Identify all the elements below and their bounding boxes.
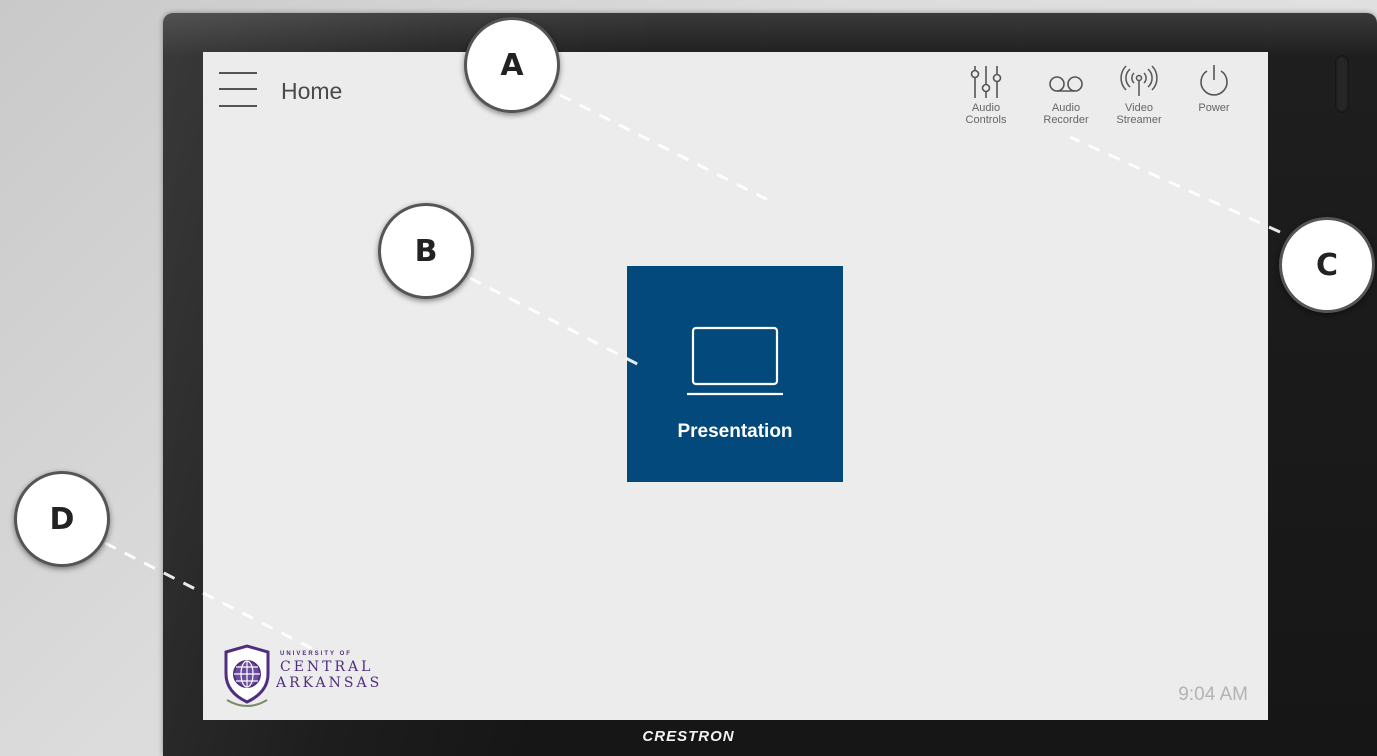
leader-line-d bbox=[104, 541, 316, 652]
callout-d: D bbox=[14, 471, 110, 567]
callout-a: A bbox=[464, 17, 560, 113]
callout-leader-lines bbox=[104, 93, 1281, 652]
callout-c: C bbox=[1279, 217, 1375, 313]
leader-line-a bbox=[559, 93, 769, 202]
leader-line-c bbox=[1069, 135, 1281, 234]
leader-line-b bbox=[469, 276, 646, 370]
callout-b: B bbox=[378, 203, 474, 299]
